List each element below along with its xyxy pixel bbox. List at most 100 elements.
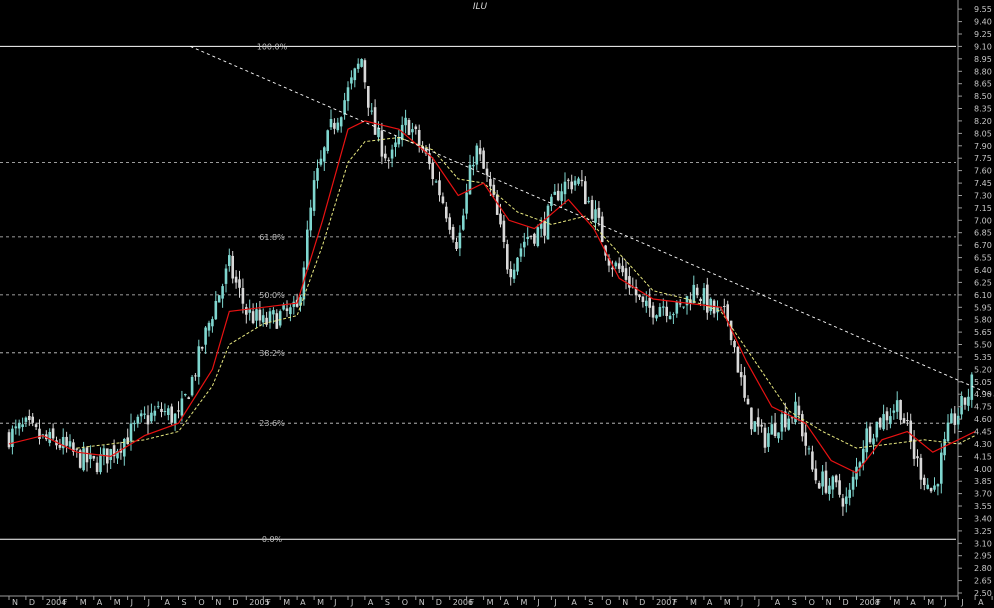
candle-body [709, 298, 712, 312]
candle-body [28, 416, 31, 420]
candle-body [350, 77, 353, 84]
y-tick-label: 5.50 [974, 341, 992, 350]
x-tick-label: J [350, 598, 353, 607]
x-tick-label: N [215, 598, 221, 607]
y-tick-label: 8.95 [974, 55, 992, 64]
candle-body [194, 375, 197, 377]
candle-body [346, 87, 350, 102]
candle-body [862, 448, 865, 464]
candle-body [333, 122, 336, 129]
candle-body [906, 420, 909, 421]
candle-body [143, 413, 146, 415]
candle-body [787, 418, 790, 430]
candle-body [678, 303, 682, 305]
candle-body [933, 485, 936, 490]
candle-body [217, 295, 221, 303]
candle-body [478, 148, 482, 155]
candle-body [312, 180, 316, 211]
candle-body [458, 232, 462, 249]
y-tick-label: 4.60 [974, 415, 992, 424]
x-tick-label: F [470, 598, 475, 607]
x-tick-label: D [436, 598, 442, 607]
candle-body [31, 416, 34, 423]
candle-body [587, 201, 590, 203]
candle-body [238, 279, 241, 288]
candle-body [845, 496, 848, 504]
candle-body [967, 396, 970, 406]
candle-body [546, 205, 550, 240]
candle-body [621, 265, 624, 273]
candle-body [573, 180, 577, 186]
x-tick-label: J [943, 598, 946, 607]
candle-body [417, 130, 421, 146]
y-tick-label: 4.00 [974, 465, 992, 474]
candle-body [268, 311, 272, 322]
candles [7, 58, 974, 516]
candle-body [960, 396, 963, 415]
y-tick-label: 4.75 [974, 403, 992, 412]
candle-body [736, 347, 740, 373]
candle-body [889, 416, 892, 425]
candle-body [367, 86, 370, 108]
y-tick-label: 6.40 [974, 266, 992, 275]
candle-body [394, 142, 397, 147]
candle-body [590, 200, 594, 219]
x-tick-label: M [521, 598, 528, 607]
candle-body [923, 477, 926, 485]
candle-body [668, 315, 672, 320]
candle-body [753, 421, 757, 432]
x-tick-label: N [12, 598, 18, 607]
y-tick-label: 2.95 [974, 552, 992, 561]
candle-body [184, 394, 187, 396]
candle-body [970, 374, 974, 400]
candle-body [848, 489, 851, 498]
candle-body [68, 441, 72, 447]
candle-body [153, 410, 157, 416]
x-tick-label: J [130, 598, 133, 607]
candle-body [323, 147, 326, 162]
candle-body [519, 248, 523, 257]
x-tick-label: M [690, 598, 697, 607]
candle-body [170, 406, 173, 423]
candle-body [831, 476, 835, 490]
y-tick-label: 3.25 [974, 527, 992, 536]
x-tick-label: J [147, 598, 150, 607]
candle-body [892, 410, 896, 413]
candle-body [197, 346, 201, 377]
y-tick-label: 2.80 [974, 564, 992, 573]
candle-body [14, 426, 18, 429]
candle-body [289, 307, 292, 315]
candle-body [763, 427, 767, 448]
candle-body [767, 433, 770, 447]
candle-body [851, 476, 855, 490]
candle-body [662, 306, 665, 308]
candle-body [89, 454, 92, 460]
x-tick-label: J [536, 598, 539, 607]
candle-body [512, 269, 516, 279]
candle-body [363, 60, 367, 83]
x-tick-label: A [165, 598, 171, 607]
candle-body [221, 286, 224, 299]
candle-body [207, 322, 211, 331]
candle-body [414, 126, 418, 129]
candle-body [929, 488, 933, 492]
candle-body [150, 412, 153, 422]
x-axis: N D 2004F M A M J J A S O N D 2005F M A M J J A S O N D 2006F M A M… [8, 596, 993, 607]
x-tick-label: D [29, 598, 35, 607]
y-tick-label: 6.70 [974, 241, 992, 250]
candle-body [17, 423, 21, 429]
candle-body [577, 178, 580, 184]
candle-body [580, 179, 584, 182]
candle-body [739, 372, 743, 378]
candle-body [224, 268, 228, 284]
candle-body [356, 63, 360, 69]
candle-body [723, 306, 726, 307]
candle-body [526, 236, 529, 239]
y-tick-label: 6.10 [974, 291, 992, 300]
x-tick-label: A [978, 598, 984, 607]
candle-body [516, 257, 519, 272]
x-tick-label: A [775, 598, 781, 607]
candle-body [543, 220, 546, 236]
y-tick-label: 5.80 [974, 316, 992, 325]
y-tick-label: 2.50 [974, 589, 992, 598]
